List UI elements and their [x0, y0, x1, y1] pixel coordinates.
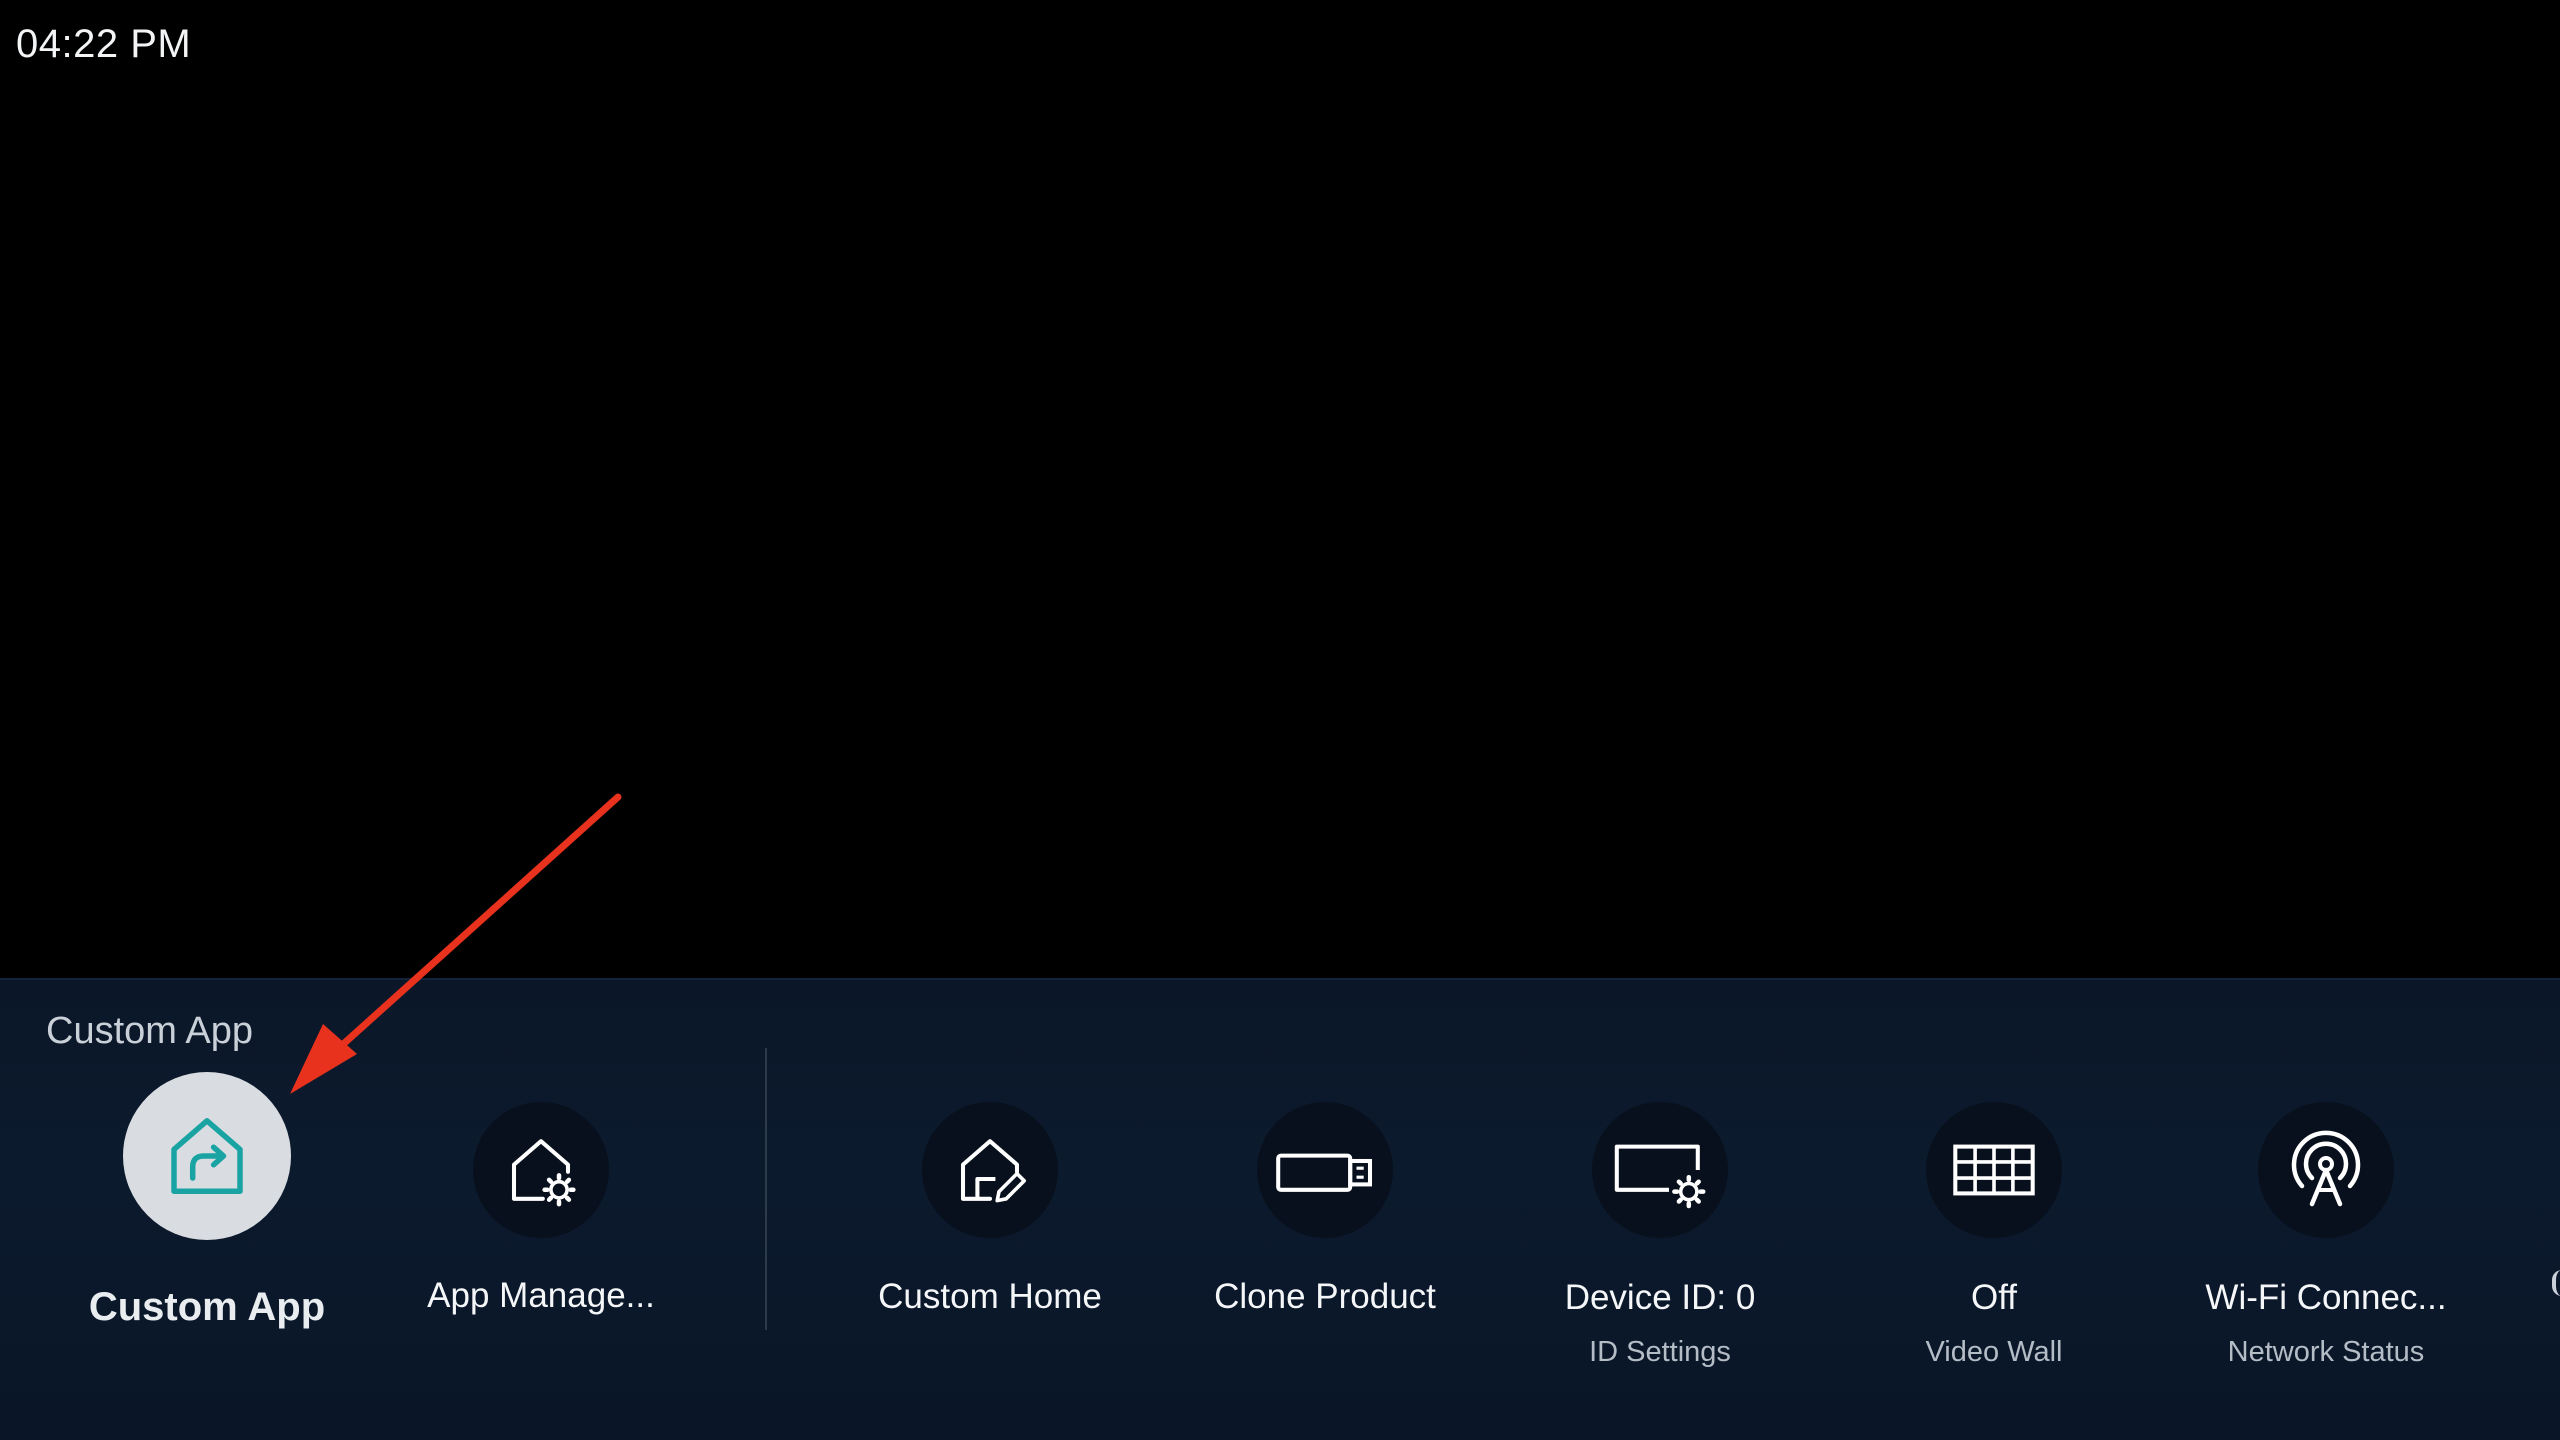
tile-custom-app[interactable]: Custom App [62, 980, 352, 1440]
tv-screen: 04:22 PM Custom App Custom App App Manag… [0, 0, 2560, 1440]
grid-icon [1926, 1102, 2062, 1238]
next-item-peek[interactable] [2552, 1270, 2560, 1296]
custom-app-home-arrow-icon [123, 1072, 291, 1240]
tile-id-settings[interactable]: Device ID: 0 ID Settings [1515, 980, 1805, 1440]
tile-label: App Manage... [427, 1276, 655, 1315]
quick-menu-panel: Custom App Custom App App Manage... Cust… [0, 978, 2560, 1440]
tile-label: Device ID: 0 [1564, 1278, 1756, 1317]
tile-label: Custom Home [878, 1277, 1102, 1316]
tile-label: Clone Product [1214, 1277, 1436, 1316]
wifi-antenna-icon [2258, 1102, 2394, 1238]
monitor-gear-icon [1592, 1102, 1728, 1238]
usb-drive-icon [1257, 1102, 1393, 1238]
tile-label: Off [1970, 1278, 2018, 1317]
tile-sublabel: Video Wall [1925, 1336, 2063, 1368]
tile-sublabel: ID Settings [1589, 1336, 1731, 1368]
tile-network-status[interactable]: Wi-Fi Connec... Network Status [2181, 980, 2471, 1440]
custom-home-edit-icon [922, 1102, 1058, 1238]
tile-custom-home[interactable]: Custom Home [845, 980, 1135, 1440]
tile-app-manager[interactable]: App Manage... [396, 980, 686, 1440]
tile-video-wall[interactable]: Off Video Wall [1849, 980, 2139, 1440]
menu-divider [765, 1048, 767, 1330]
clock: 04:22 PM [16, 22, 192, 66]
tile-label: Custom App [88, 1285, 326, 1329]
tile-sublabel: Network Status [2227, 1336, 2425, 1368]
tile-clone-product[interactable]: Clone Product [1180, 980, 1470, 1440]
app-manager-home-gear-icon [473, 1102, 609, 1238]
tile-label: Wi-Fi Connec... [2205, 1278, 2447, 1317]
